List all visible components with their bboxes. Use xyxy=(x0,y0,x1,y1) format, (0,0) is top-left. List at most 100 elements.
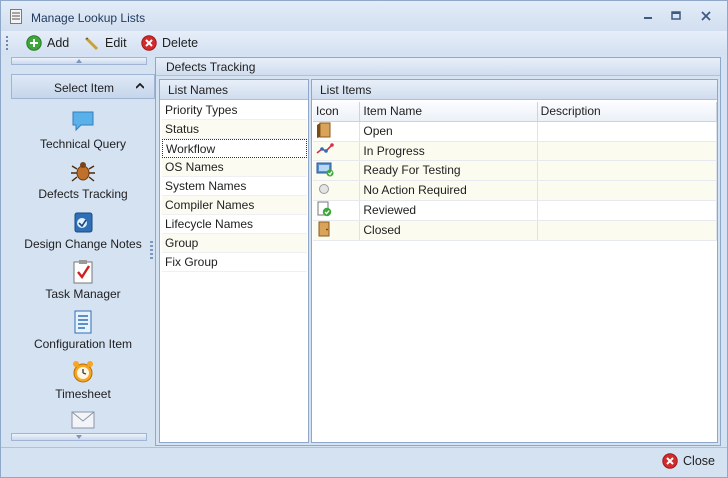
no-action-icon xyxy=(319,183,329,194)
progress-chart-icon xyxy=(316,143,334,154)
select-item-label: Select Item xyxy=(54,81,115,95)
list-item-os-names[interactable]: OS Names xyxy=(162,158,307,177)
close-label: Close xyxy=(683,454,715,468)
nav-item-mail[interactable] xyxy=(9,411,157,429)
dialog-footer: Close xyxy=(1,447,727,477)
grid-header-row: Icon Item Name Description xyxy=(313,102,718,122)
list-item-workflow[interactable]: Workflow xyxy=(162,139,307,158)
delete-label: Delete xyxy=(162,36,199,50)
navigation-pane: Select Item Technical Query Defects Trac… xyxy=(9,57,155,445)
column-header-description[interactable]: Description xyxy=(537,102,718,122)
list-items-grid: Icon Item Name Description Open In Progr… xyxy=(313,102,718,241)
list-item-priority-types[interactable]: Priority Types xyxy=(162,101,307,120)
edit-button[interactable]: Edit xyxy=(84,34,127,52)
table-row[interactable]: Ready For Testing xyxy=(313,160,718,181)
table-row[interactable]: Closed xyxy=(313,220,718,241)
window-title: Manage Lookup Lists xyxy=(31,11,146,25)
close-icon xyxy=(701,11,711,21)
description-cell xyxy=(537,121,718,142)
pane-splitter[interactable] xyxy=(150,241,153,261)
icon-cell xyxy=(313,180,361,201)
item-name-cell: Open xyxy=(359,121,538,142)
nav-item-timesheet[interactable]: Timesheet xyxy=(9,359,157,401)
title-bar[interactable]: Manage Lookup Lists xyxy=(1,1,727,31)
description-cell xyxy=(537,220,718,241)
door-closed-icon xyxy=(318,221,330,236)
description-cell xyxy=(537,160,718,181)
speech-bubble-icon xyxy=(72,111,94,132)
list-item-compiler-names[interactable]: Compiler Names xyxy=(162,196,307,215)
nav-item-design-change-notes[interactable]: Design Change Notes xyxy=(9,209,157,251)
description-cell xyxy=(537,180,718,201)
icon-cell xyxy=(313,141,361,161)
icon-cell xyxy=(313,121,361,142)
chevron-down-icon xyxy=(76,435,82,439)
add-button[interactable]: Add xyxy=(26,34,69,52)
table-row[interactable]: Open xyxy=(313,121,718,142)
description-cell xyxy=(537,141,718,161)
nav-label: Configuration Item xyxy=(33,337,133,351)
delete-button[interactable]: Delete xyxy=(141,34,198,52)
item-name-cell: No Action Required xyxy=(359,180,538,201)
edit-label: Edit xyxy=(105,36,127,50)
list-item-lifecycle-names[interactable]: Lifecycle Names xyxy=(162,215,307,234)
list-items-title: List Items xyxy=(320,83,372,97)
list-items-panel: List Items Icon Item Name Description Op… xyxy=(311,79,718,443)
maximize-button[interactable] xyxy=(669,10,683,22)
nav-item-task-manager[interactable]: Task Manager xyxy=(9,259,157,301)
minimize-icon xyxy=(644,17,652,19)
nav-label: Timesheet xyxy=(55,387,111,401)
section-header: Defects Tracking xyxy=(156,58,720,76)
close-window-button[interactable] xyxy=(699,10,713,22)
list-item-system-names[interactable]: System Names xyxy=(162,177,307,196)
column-header-icon[interactable]: Icon xyxy=(313,102,361,122)
maximize-icon xyxy=(671,11,681,20)
close-circle-icon xyxy=(662,453,678,469)
minimize-button[interactable] xyxy=(641,10,655,22)
door-open-icon xyxy=(317,122,331,138)
close-button[interactable]: Close xyxy=(662,453,715,469)
notes-icon xyxy=(74,212,93,233)
table-row[interactable]: In Progress xyxy=(313,141,718,161)
list-names-header: List Names xyxy=(160,80,308,100)
pencil-icon xyxy=(84,36,99,51)
toolbar: Add Edit Delete xyxy=(1,31,727,55)
list-item-status[interactable]: Status xyxy=(162,120,307,139)
item-name-cell: Ready For Testing xyxy=(359,160,538,181)
nav-item-technical-query[interactable]: Technical Query xyxy=(9,109,157,151)
envelope-icon xyxy=(71,411,95,429)
list-items-header: List Items xyxy=(312,80,717,100)
icon-cell xyxy=(313,200,361,221)
nav-item-configuration-item[interactable]: Configuration Item xyxy=(9,309,157,351)
manage-lookup-lists-window: Manage Lookup Lists Add Edit Delete Sele… xyxy=(0,0,728,478)
table-row[interactable]: No Action Required xyxy=(313,180,718,201)
nav-label: Task Manager xyxy=(45,287,121,301)
app-document-icon xyxy=(10,9,22,24)
select-item-header[interactable]: Select Item xyxy=(11,74,155,99)
list-item-fix-group[interactable]: Fix Group xyxy=(162,253,307,272)
icon-cell xyxy=(313,220,361,241)
toolbar-grip[interactable] xyxy=(6,36,8,50)
item-name-cell: In Progress xyxy=(359,141,538,161)
icon-cell xyxy=(313,160,361,181)
list-names-panel: List Names Priority Types Status Workflo… xyxy=(159,79,309,443)
description-cell xyxy=(537,200,718,221)
nav-scroll-down[interactable] xyxy=(11,433,147,441)
nav-label: Technical Query xyxy=(39,137,127,151)
column-header-item-name[interactable]: Item Name xyxy=(359,102,538,122)
table-row[interactable]: Reviewed xyxy=(313,200,718,221)
list-item-group[interactable]: Group xyxy=(162,234,307,253)
document-icon xyxy=(74,310,92,334)
nav-scroll-up[interactable] xyxy=(11,57,147,65)
add-icon xyxy=(26,35,42,51)
checklist-icon xyxy=(73,260,93,284)
ready-testing-icon xyxy=(316,162,334,176)
content-area: Defects Tracking List Names Priority Typ… xyxy=(155,57,721,446)
nav-item-defects-tracking[interactable]: Defects Tracking xyxy=(9,159,157,201)
item-name-cell: Closed xyxy=(359,220,538,241)
bug-icon xyxy=(71,162,95,182)
chevron-up-icon xyxy=(136,83,144,89)
delete-icon xyxy=(141,35,157,51)
item-name-cell: Reviewed xyxy=(359,200,538,221)
nav-label: Defects Tracking xyxy=(38,187,128,201)
